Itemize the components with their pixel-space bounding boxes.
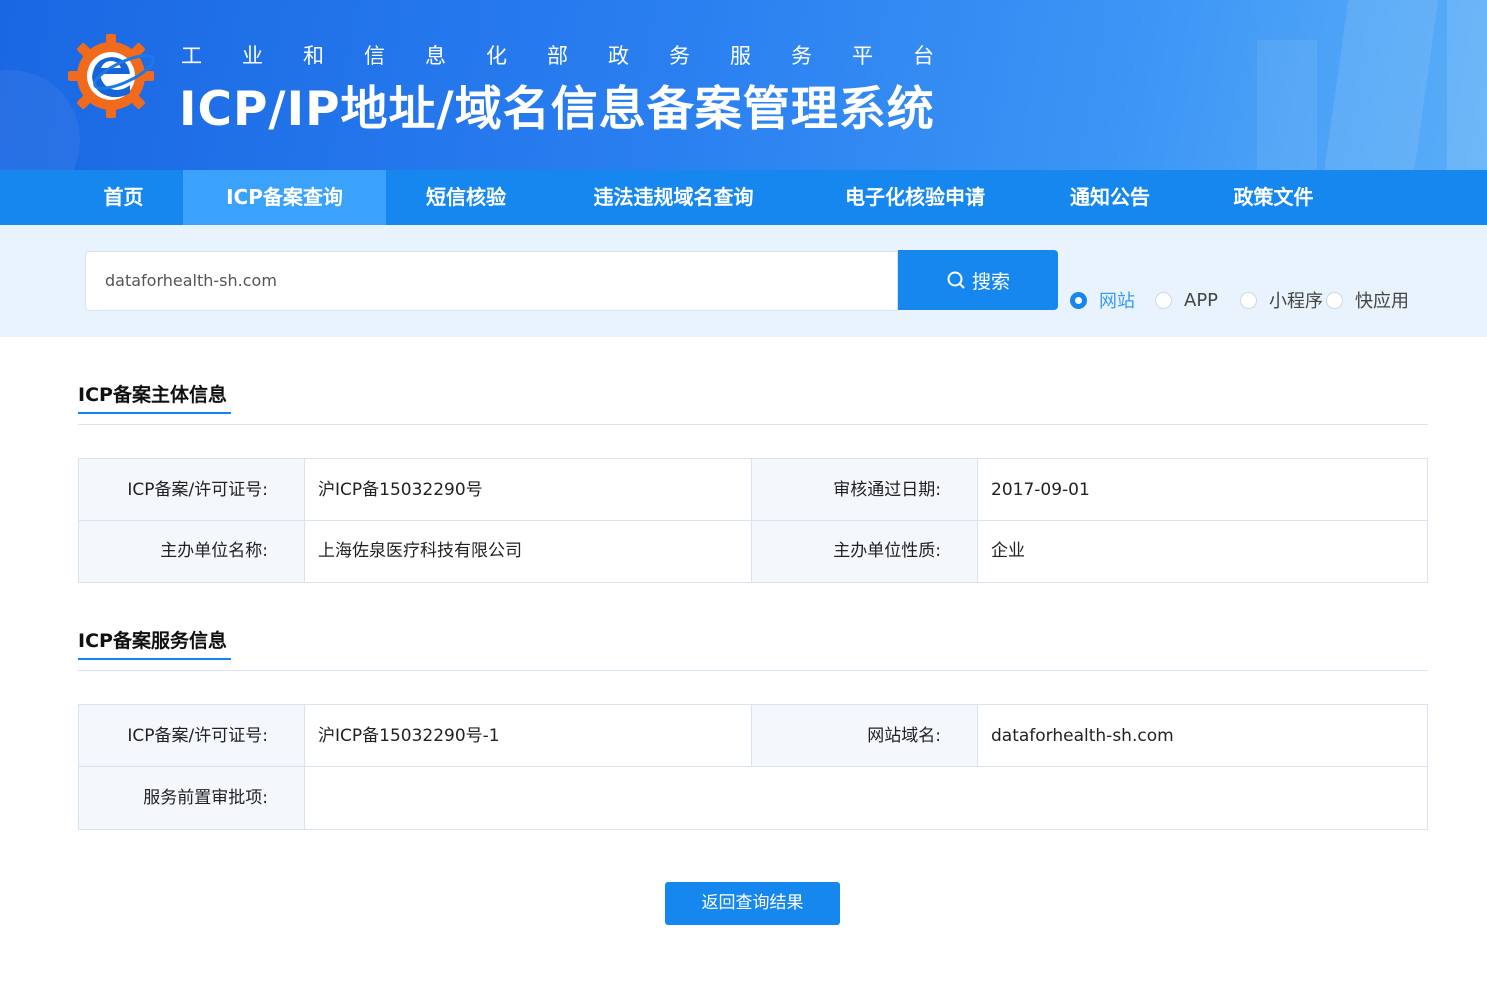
subject-section-title: ICP备案主体信息 [78,384,227,406]
header-decoration [1447,0,1487,170]
pre-approval-label: 服务前置审批项: [79,767,305,829]
service-license-label: ICP备案/许可证号: [79,705,305,767]
search-button[interactable]: 搜索 [898,250,1058,310]
license-label: ICP备案/许可证号: [79,459,305,521]
radio-app[interactable]: APP [1155,289,1218,311]
radio-label: APP [1184,289,1219,311]
radio-mini-program[interactable]: 小程序 [1240,289,1323,312]
approve-date-label: 审核通过日期: [752,459,978,521]
domain-value: dataforhealth-sh.com [978,705,1427,767]
service-info-table: ICP备案/许可证号: 沪ICP备15032290号-1 网站域名: dataf… [78,704,1428,830]
main-nav: 首页 ICP备案查询 短信核验 违法违规域名查询 电子化核验申请 通知公告 政策… [0,170,1487,225]
header-decoration [1257,40,1317,170]
pre-approval-value [305,767,1427,829]
nav-icp-query[interactable]: ICP备案查询 [183,170,386,225]
service-section-title: ICP备案服务信息 [78,630,227,652]
section-title-underline [78,412,231,414]
subject-info-table: ICP备案/许可证号: 沪ICP备15032290号 审核通过日期: 2017-… [78,458,1428,583]
ministry-logo-icon [68,34,155,118]
radio-label: 小程序 [1269,291,1323,312]
search-icon [947,271,965,289]
ministry-name: 工业和信息化部政务服务平台 [181,44,974,68]
service-license-value: 沪ICP备15032290号-1 [305,705,752,767]
radio-dot [1240,291,1257,309]
nav-notices[interactable]: 通知公告 [1029,170,1191,225]
radio-quick-app[interactable]: 快应用 [1326,289,1409,312]
back-to-results-button[interactable]: 返回查询结果 [665,882,840,925]
section-title-underline [78,658,231,660]
radio-dot [1070,291,1087,309]
nav-home[interactable]: 首页 [64,170,183,225]
search-input[interactable]: dataforhealth-sh.com [85,251,898,311]
nav-sms-verify[interactable]: 短信核验 [386,170,546,225]
org-name-value: 上海佐泉医疗科技有限公司 [305,521,752,582]
nav-policies[interactable]: 政策文件 [1191,170,1356,225]
section-divider [78,670,1428,671]
nav-illegal-domain-query[interactable]: 违法违规域名查询 [546,170,801,225]
org-type-value: 企业 [991,541,1025,561]
search-band: dataforhealth-sh.com 搜索 网站 APP 小程序 快应用 [0,225,1487,337]
radio-dot [1155,291,1172,309]
header-decoration [1322,0,1442,170]
radio-label: 网站 [1099,291,1135,312]
section-divider [78,424,1428,425]
org-name-label: 主办单位名称: [79,521,305,582]
radio-dot [1326,291,1343,309]
radio-label: 快应用 [1355,291,1409,312]
radio-website[interactable]: 网站 [1070,289,1135,312]
nav-electronic-verify[interactable]: 电子化核验申请 [801,170,1029,225]
domain-label: 网站域名: [752,705,978,767]
license-value: 沪ICP备15032290号 [305,459,752,521]
system-title: ICP/IP地址/域名信息备案管理系统 [179,82,935,137]
approve-date-value: 2017-09-01 [978,459,1427,521]
search-button-label: 搜索 [971,270,1010,293]
site-header: 工业和信息化部政务服务平台 ICP/IP地址/域名信息备案管理系统 [0,0,1487,170]
org-type-label: 主办单位性质: [752,521,978,582]
